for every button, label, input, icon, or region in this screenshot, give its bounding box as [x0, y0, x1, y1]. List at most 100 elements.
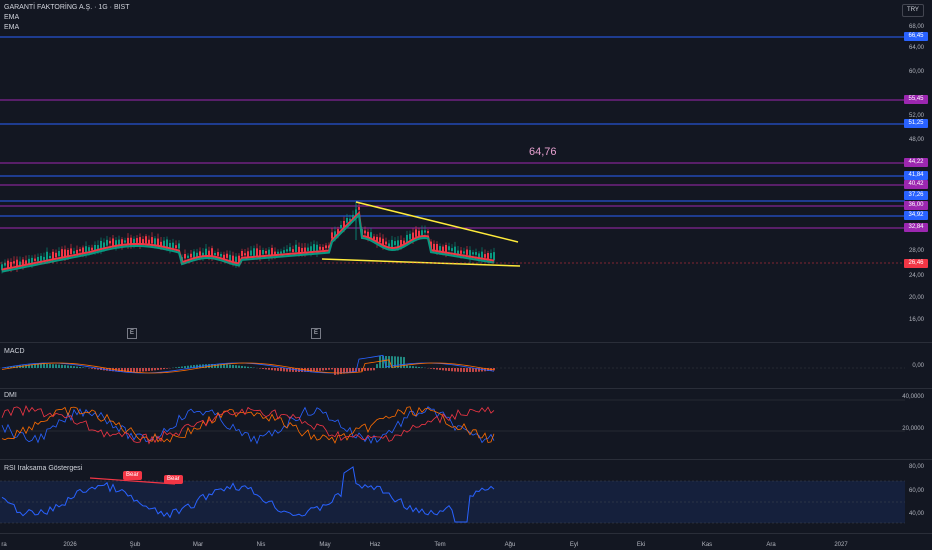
candle-body	[109, 240, 111, 244]
macd-histogram-bar	[262, 368, 264, 369]
macd-histogram-bar	[274, 368, 276, 371]
candle-body	[52, 251, 54, 259]
candle-body	[304, 247, 306, 252]
candle-body	[271, 247, 273, 255]
candle-body	[388, 243, 390, 247]
candle-body	[301, 248, 303, 252]
macd-histogram-bar	[244, 366, 246, 368]
candle-body	[379, 237, 381, 243]
macd-histogram-bar	[469, 368, 471, 372]
macd-histogram-bar	[412, 366, 414, 368]
candle-body	[217, 252, 219, 256]
ema-fast-line	[1, 210, 495, 271]
macd-histogram-bar	[58, 364, 60, 368]
macd-histogram-bar	[52, 364, 54, 368]
earnings-marker[interactable]: E	[311, 328, 321, 339]
candle-body	[190, 253, 192, 258]
annotation-label[interactable]: 64,76	[529, 146, 557, 158]
macd-histogram-bar	[373, 368, 375, 371]
macd-histogram-bar	[403, 357, 405, 368]
candle-body	[325, 245, 327, 249]
candle-body	[73, 251, 75, 254]
time-tick: ra	[1, 542, 7, 548]
macd-histogram-bar	[154, 368, 156, 371]
macd-histogram-bar	[376, 364, 378, 368]
candle-body	[265, 250, 267, 254]
candle-body	[262, 249, 264, 255]
candle-body	[406, 234, 408, 243]
level-tag: 44,22	[904, 158, 928, 167]
candle-body	[76, 249, 78, 254]
level-tag: 36,00	[904, 201, 928, 210]
macd-histogram-bar	[454, 368, 456, 372]
candle-body	[307, 247, 309, 252]
candle-body	[112, 238, 114, 246]
time-tick: Mar	[192, 542, 204, 548]
candle-body	[214, 253, 216, 256]
time-tick: 2027	[834, 542, 848, 548]
candle-body	[244, 253, 246, 256]
macd-histogram-bar	[148, 368, 150, 371]
pane-separator	[0, 533, 932, 534]
macd-histogram-bar	[55, 364, 57, 368]
candle-body	[313, 244, 315, 252]
chart-canvas[interactable]	[0, 0, 932, 550]
pane-separator[interactable]	[0, 388, 932, 389]
candle-body	[433, 243, 435, 251]
candle-body	[136, 238, 138, 243]
macd-histogram-bar	[184, 366, 186, 368]
candle-body	[493, 252, 495, 261]
time-tick: Kas	[701, 542, 713, 548]
candle-body	[277, 251, 279, 254]
macd-histogram-bar	[283, 368, 285, 372]
level-tag: 66,45	[904, 32, 928, 41]
earnings-marker[interactable]: E	[127, 328, 137, 339]
candle-body	[253, 248, 255, 256]
candle-body	[451, 248, 453, 251]
candle-body	[424, 230, 426, 233]
pane-separator[interactable]	[0, 342, 932, 343]
macd-histogram-bar	[358, 368, 360, 372]
bear-divergence-tag: Bear	[123, 471, 142, 480]
macd-histogram-bar	[268, 368, 270, 370]
candle-body	[49, 255, 51, 259]
symbol-title[interactable]: GARANTİ FAKTORİNG A.Ş. · 1G · BIST	[4, 4, 130, 12]
candle-body	[385, 241, 387, 245]
macd-histogram-bar	[43, 364, 45, 368]
dmi-pane	[0, 399, 905, 445]
currency-button[interactable]: TRY	[902, 4, 924, 17]
ema-indicator-label[interactable]: EMA	[4, 24, 19, 32]
candle-body	[427, 231, 429, 234]
macd-histogram-bar	[406, 365, 408, 368]
candle-body	[364, 230, 366, 234]
candle-body	[394, 241, 396, 246]
time-tick: May	[319, 542, 331, 548]
level-tag: 41,84	[904, 171, 928, 180]
macd-histogram-bar	[439, 368, 441, 370]
candle-body	[280, 251, 282, 254]
macd-histogram-bar	[181, 366, 183, 368]
macd-histogram-bar	[82, 367, 84, 368]
rsi-label[interactable]: RSI Iraksama Göstergesi	[4, 465, 82, 473]
pane-separator[interactable]	[0, 459, 932, 460]
candle-body	[157, 238, 159, 246]
price-tick: 16,00	[908, 317, 924, 323]
macd-label[interactable]: MACD	[4, 348, 25, 356]
ema-indicator-label[interactable]: EMA	[4, 14, 19, 22]
candle-body	[226, 253, 228, 258]
candle-body	[466, 249, 468, 255]
candle-body	[289, 247, 291, 252]
macd-histogram-bar	[436, 368, 438, 370]
rsi-tick: 60,00	[908, 488, 924, 494]
macd-histogram-bar	[178, 366, 180, 368]
macd-histogram-bar	[364, 368, 366, 371]
macd-histogram-bar	[49, 364, 51, 368]
candle-body	[61, 249, 63, 257]
macd-histogram-bar	[37, 364, 39, 368]
dmi-tick: 40,0000	[902, 394, 924, 400]
macd-histogram-bar	[337, 368, 339, 375]
dmi-label[interactable]: DMI	[4, 392, 17, 400]
candle-body	[475, 252, 477, 255]
price-tick: 64,00	[908, 45, 924, 51]
macd-histogram-bar	[64, 365, 66, 368]
